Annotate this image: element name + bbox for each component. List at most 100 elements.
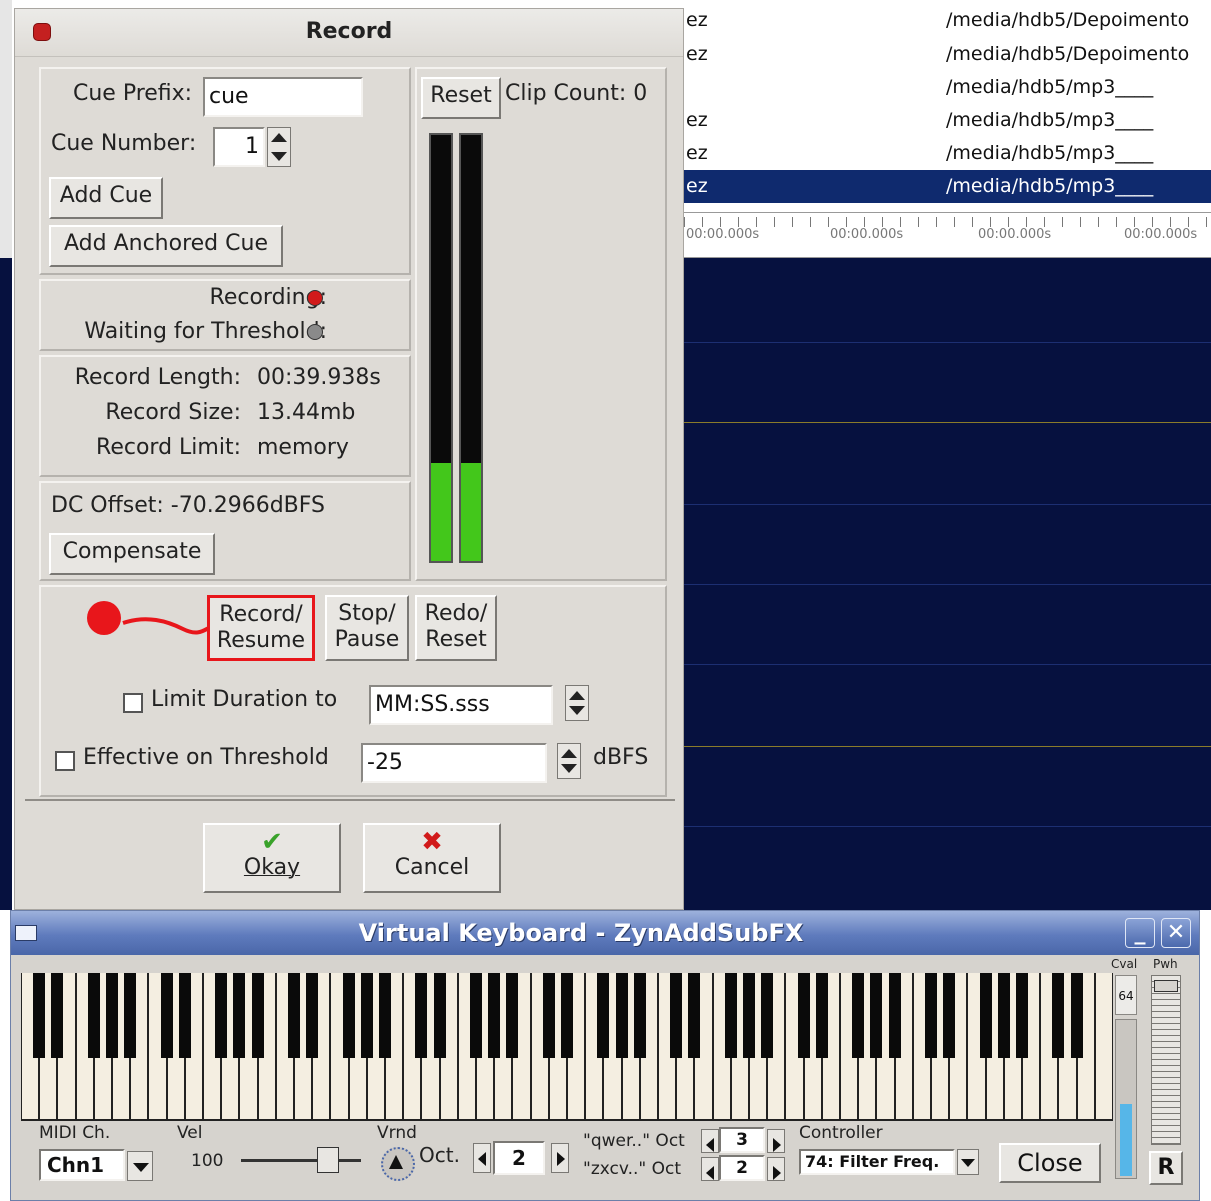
left-edge bbox=[0, 0, 12, 258]
black-key[interactable] bbox=[542, 973, 555, 1058]
record-info-panel: Record Length: 00:39.938s Record Size: 1… bbox=[39, 355, 411, 477]
oct-increment-icon[interactable] bbox=[551, 1143, 569, 1173]
black-key[interactable] bbox=[470, 973, 482, 1058]
threshold-spinner[interactable] bbox=[557, 743, 581, 779]
zxcv-increment-icon[interactable] bbox=[767, 1157, 785, 1181]
limit-duration-spinner[interactable] bbox=[565, 685, 589, 721]
vrnd-knob[interactable] bbox=[381, 1147, 415, 1181]
vk-titlebar[interactable]: Virtual Keyboard - ZynAddSubFX _ ✕ bbox=[11, 911, 1199, 955]
black-key[interactable] bbox=[724, 973, 737, 1058]
black-key[interactable] bbox=[506, 973, 519, 1058]
vel-slider-thumb[interactable] bbox=[317, 1147, 339, 1173]
black-key[interactable] bbox=[51, 973, 64, 1058]
file-row[interactable]: ez /media/hdb5/mp3____ bbox=[684, 104, 1211, 137]
cancel-x-icon: ✖ bbox=[421, 827, 443, 857]
black-key[interactable] bbox=[688, 973, 701, 1058]
track-area[interactable] bbox=[684, 258, 1211, 910]
chevron-down-icon[interactable] bbox=[127, 1151, 153, 1181]
black-key[interactable] bbox=[33, 973, 46, 1058]
cancel-button[interactable]: ✖ Cancel bbox=[363, 823, 501, 893]
record-resume-button[interactable]: Record/ Resume bbox=[207, 595, 315, 661]
black-key[interactable] bbox=[415, 973, 428, 1058]
oct-value[interactable]: 2 bbox=[493, 1141, 545, 1175]
black-key[interactable] bbox=[306, 973, 319, 1058]
black-key[interactable] bbox=[215, 973, 228, 1058]
black-key[interactable] bbox=[979, 973, 992, 1058]
chevron-down-icon[interactable] bbox=[957, 1149, 979, 1175]
black-key[interactable] bbox=[160, 973, 173, 1058]
black-key[interactable] bbox=[561, 973, 573, 1058]
black-key[interactable] bbox=[87, 973, 100, 1058]
black-key[interactable] bbox=[106, 973, 118, 1058]
cval-slider[interactable] bbox=[1115, 1019, 1137, 1179]
black-key[interactable] bbox=[379, 973, 391, 1058]
black-key[interactable] bbox=[597, 973, 610, 1058]
cue-number-spinner[interactable] bbox=[267, 127, 291, 167]
add-anchored-cue-button[interactable]: Add Anchored Cue bbox=[49, 225, 283, 267]
black-key[interactable] bbox=[997, 973, 1010, 1058]
okay-button[interactable]: ✔ Okay bbox=[203, 823, 341, 893]
black-key[interactable] bbox=[124, 973, 137, 1058]
black-key[interactable] bbox=[743, 973, 755, 1058]
file-row-selected[interactable]: ez /media/hdb5/mp3____ bbox=[684, 170, 1211, 203]
qwer-oct-value[interactable]: 3 bbox=[719, 1127, 765, 1153]
black-key[interactable] bbox=[761, 973, 774, 1058]
timeline-ruler[interactable]: 00:00.000s 00:00.000s 00:00.000s 00:00.0… bbox=[684, 212, 1211, 258]
qwer-increment-icon[interactable] bbox=[767, 1129, 785, 1153]
level-meter-fill bbox=[461, 463, 481, 561]
file-row[interactable]: ez /media/hdb5/Depoimento bbox=[684, 4, 1211, 37]
limit-duration-input[interactable]: MM:SS.sss bbox=[369, 685, 553, 725]
file-row[interactable]: ez /media/hdb5/mp3____ bbox=[684, 137, 1211, 170]
threshold-input[interactable]: -25 bbox=[361, 743, 547, 783]
file-row[interactable]: /media/hdb5/mp3____ bbox=[684, 71, 1211, 104]
black-key[interactable] bbox=[433, 973, 446, 1058]
black-key[interactable] bbox=[1052, 973, 1065, 1058]
vel-slider-track[interactable] bbox=[241, 1159, 361, 1162]
midi-ch-select[interactable]: Chn1 bbox=[39, 1149, 125, 1181]
stop-pause-button[interactable]: Stop/ Pause bbox=[325, 595, 409, 661]
add-cue-button[interactable]: Add Cue bbox=[49, 177, 163, 219]
r-button[interactable]: R bbox=[1149, 1151, 1183, 1185]
black-key[interactable] bbox=[925, 973, 937, 1058]
black-key[interactable] bbox=[852, 973, 865, 1058]
black-key[interactable] bbox=[342, 973, 355, 1058]
oct-decrement-icon[interactable] bbox=[473, 1143, 491, 1173]
record-titlebar[interactable]: Record bbox=[15, 9, 683, 57]
close-button[interactable]: Close bbox=[999, 1143, 1101, 1183]
close-icon[interactable]: ✕ bbox=[1161, 918, 1191, 948]
controller-select[interactable]: 74: Filter Freq. bbox=[799, 1149, 955, 1175]
zxcv-decrement-icon[interactable] bbox=[701, 1157, 719, 1181]
black-key[interactable] bbox=[633, 973, 646, 1058]
ruler-label: 00:00.000s bbox=[978, 227, 1052, 242]
black-key[interactable] bbox=[1016, 973, 1028, 1058]
redo-reset-button[interactable]: Redo/ Reset bbox=[415, 595, 497, 661]
black-key[interactable] bbox=[488, 973, 501, 1058]
limit-duration-checkbox[interactable] bbox=[123, 693, 143, 713]
black-key[interactable] bbox=[943, 973, 956, 1058]
black-key[interactable] bbox=[870, 973, 883, 1058]
zxcv-oct-value[interactable]: 2 bbox=[719, 1155, 765, 1181]
threshold-checkbox[interactable] bbox=[55, 751, 75, 771]
file-row[interactable]: ez /media/hdb5/Depoimento bbox=[684, 38, 1211, 71]
black-key[interactable] bbox=[888, 973, 901, 1058]
white-key[interactable] bbox=[1095, 973, 1112, 1119]
pitch-wheel-slider[interactable] bbox=[1151, 975, 1181, 1145]
black-key[interactable] bbox=[615, 973, 628, 1058]
cue-number-label: Cue Number: bbox=[51, 131, 197, 156]
black-key[interactable] bbox=[670, 973, 683, 1058]
black-key[interactable] bbox=[360, 973, 373, 1058]
piano-keys[interactable] bbox=[21, 973, 1113, 1121]
black-key[interactable] bbox=[288, 973, 300, 1058]
black-key[interactable] bbox=[1070, 973, 1083, 1058]
black-key[interactable] bbox=[251, 973, 264, 1058]
compensate-button[interactable]: Compensate bbox=[49, 533, 215, 575]
cue-number-input[interactable]: 1 bbox=[213, 127, 265, 167]
black-key[interactable] bbox=[233, 973, 246, 1058]
cue-prefix-input[interactable]: cue bbox=[203, 77, 363, 117]
reset-button[interactable]: Reset bbox=[421, 77, 501, 119]
minimize-icon[interactable]: _ bbox=[1125, 918, 1155, 948]
qwer-decrement-icon[interactable] bbox=[701, 1129, 719, 1153]
black-key[interactable] bbox=[815, 973, 828, 1058]
black-key[interactable] bbox=[178, 973, 191, 1058]
black-key[interactable] bbox=[797, 973, 810, 1058]
